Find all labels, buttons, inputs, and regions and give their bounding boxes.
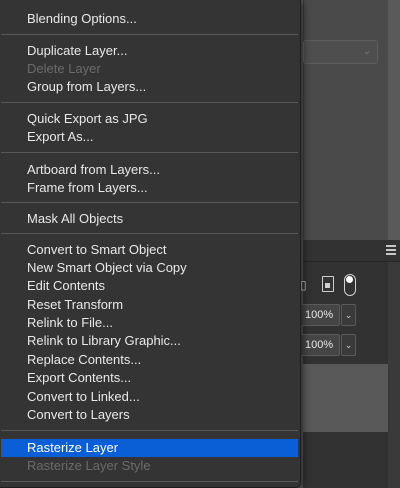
menu-item-relink-to-library-graphic[interactable]: Relink to Library Graphic... xyxy=(1,332,298,350)
properties-panel xyxy=(303,0,388,240)
menu-item-export-contents[interactable]: Export Contents... xyxy=(1,369,298,387)
layer-context-menu: Blending Options... Duplicate Layer... D… xyxy=(0,0,301,488)
new-document-icon[interactable] xyxy=(322,276,334,292)
menu-item-blending-options[interactable]: Blending Options... xyxy=(1,10,298,28)
menu-item-edit-contents[interactable]: Edit Contents xyxy=(1,277,298,295)
properties-scrollbar[interactable] xyxy=(388,0,400,240)
properties-dropdown[interactable]: ⌄ xyxy=(303,40,378,64)
menu-separator xyxy=(1,481,298,482)
menu-item-quick-export-jpg[interactable]: Quick Export as JPG xyxy=(1,110,298,128)
menu-item-frame-from-layers[interactable]: Frame from Layers... xyxy=(1,179,298,197)
menu-item-duplicate-layer[interactable]: Duplicate Layer... xyxy=(1,42,298,60)
menu-separator xyxy=(1,430,298,431)
menu-separator xyxy=(1,152,298,153)
chevron-down-icon[interactable]: ⌄ xyxy=(341,304,356,326)
menu-item-rasterize-layer-style: Rasterize Layer Style xyxy=(27,458,151,473)
menu-separator xyxy=(1,102,298,103)
layer-row[interactable] xyxy=(303,364,388,432)
layers-panel-icon-row: ▯ xyxy=(300,274,400,298)
menu-item-export-as[interactable]: Export As... xyxy=(1,128,298,146)
menu-item-convert-to-linked[interactable]: Convert to Linked... xyxy=(1,388,298,406)
frame-icon[interactable]: ▯ xyxy=(300,278,310,292)
layers-panel-header xyxy=(303,240,400,262)
chevron-down-icon[interactable]: ⌄ xyxy=(341,334,356,356)
menu-item-replace-contents[interactable]: Replace Contents... xyxy=(1,351,298,369)
menu-separator xyxy=(1,233,298,234)
toggle-icon[interactable] xyxy=(344,274,356,296)
menu-item-artboard-from-layers[interactable]: Artboard from Layers... xyxy=(1,161,298,179)
menu-separator xyxy=(1,34,298,35)
layers-scrollbar[interactable] xyxy=(388,262,400,488)
menu-item-group-from-layers[interactable]: Group from Layers... xyxy=(1,78,298,96)
menu-item-mask-all-objects[interactable]: Mask All Objects xyxy=(1,210,298,228)
fill-field[interactable]: 100% xyxy=(300,334,340,356)
menu-item-delete-layer: Delete Layer xyxy=(27,61,101,76)
menu-item-rasterize-layer[interactable]: Rasterize Layer xyxy=(1,439,298,457)
chevron-down-icon: ⌄ xyxy=(362,46,372,57)
hamburger-menu-icon[interactable] xyxy=(386,245,396,255)
photoshop-window: ⌄ ▯ 100% ⌄ 100% ⌄ Blending Options... Du… xyxy=(0,0,400,488)
menu-separator xyxy=(1,202,298,203)
menu-item-convert-to-layers[interactable]: Convert to Layers xyxy=(1,406,298,424)
opacity-field[interactable]: 100% xyxy=(300,304,340,326)
menu-item-reset-transform[interactable]: Reset Transform xyxy=(1,296,298,314)
menu-item-new-smart-object-via-copy[interactable]: New Smart Object via Copy xyxy=(1,259,298,277)
menu-item-relink-to-file[interactable]: Relink to File... xyxy=(1,314,298,332)
menu-item-convert-to-smart-object[interactable]: Convert to Smart Object xyxy=(1,241,298,259)
